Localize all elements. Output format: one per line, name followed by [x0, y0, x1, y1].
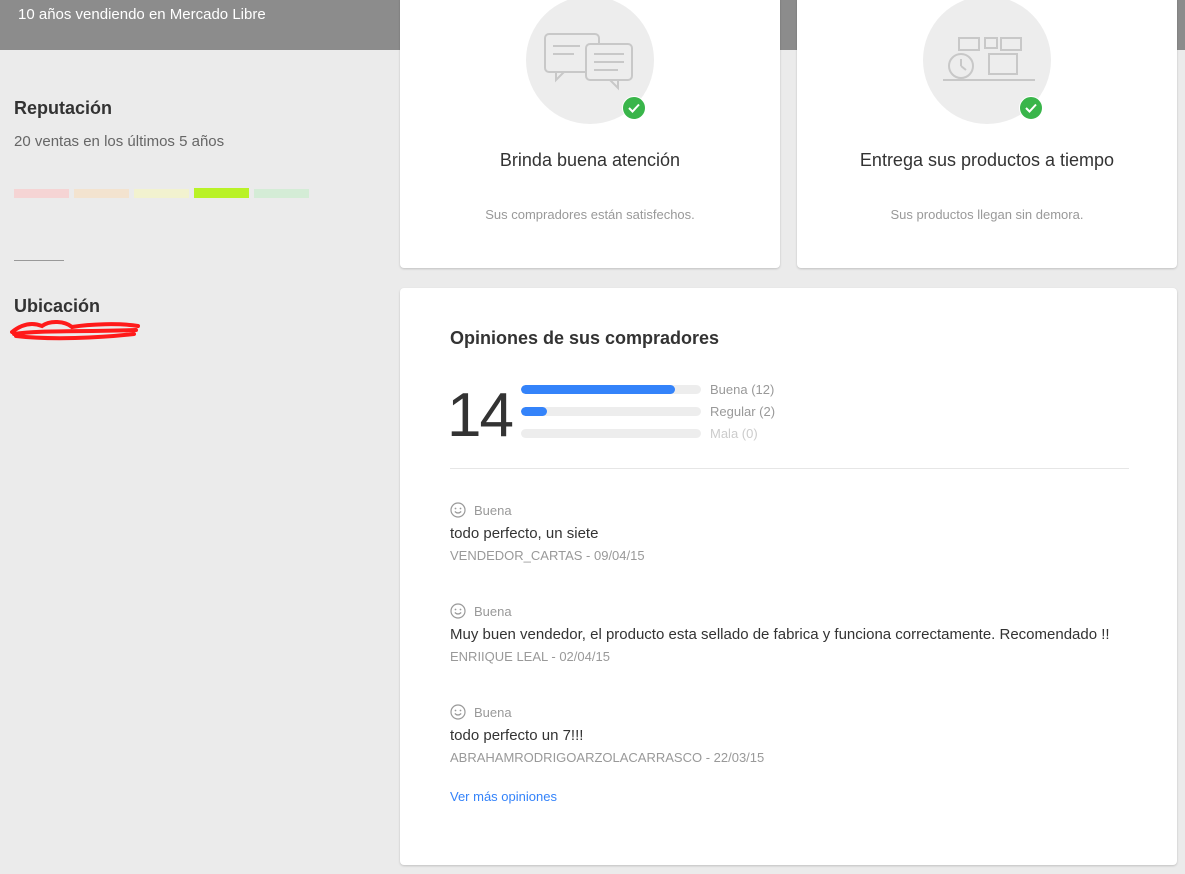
review-item: Buena todo perfecto un 7!!! ABRAHAMRODRI… — [450, 703, 764, 765]
good-service-card: Brinda buena atención Sus compradores es… — [400, 0, 780, 268]
buyer-opinions-card: Opiniones de sus compradores 14 Buena (1… — [400, 288, 1177, 865]
thermometer-segment-3 — [134, 189, 189, 198]
see-more-opinions-link[interactable]: Ver más opiniones — [450, 789, 557, 804]
rating-bar-track — [521, 406, 701, 416]
card-title: Brinda buena atención — [499, 150, 681, 170]
thermometer-segment-5 — [254, 189, 309, 198]
review-text: Muy buen vendedor, el producto esta sell… — [450, 626, 1110, 643]
review-text: todo perfecto, un siete — [450, 525, 599, 542]
reputation-title: Reputación — [14, 98, 113, 118]
check-icon — [622, 96, 646, 120]
review-text: todo perfecto un 7!!! — [450, 727, 584, 744]
thermometer-segment-1 — [14, 189, 69, 198]
card-subtitle: Sus compradores están satisfechos. — [485, 207, 695, 222]
redacted-location-scribble — [10, 320, 140, 341]
rating-bar-label: Mala (0) — [710, 425, 758, 441]
seller-years-text: 10 años vendiendo en Mercado Libre — [18, 6, 266, 23]
review-rating: Buena — [474, 603, 512, 619]
smiley-icon — [450, 704, 466, 720]
review-rating: Buena — [474, 704, 512, 720]
rating-bar-track — [521, 428, 701, 438]
rating-bar-label: Regular (2) — [710, 403, 776, 419]
thermometer-segment-2 — [74, 189, 129, 198]
rating-bar-fill — [521, 406, 547, 416]
smiley-icon — [450, 603, 466, 619]
review-item: Buena todo perfecto, un siete VENDEDOR_C… — [450, 501, 645, 563]
review-author-date: ENRIIQUE LEAL - 02/04/15 — [450, 649, 610, 664]
sidebar-divider — [14, 260, 64, 261]
on-time-delivery-card: Entrega sus productos a tiempo Sus produ… — [797, 0, 1177, 268]
opinions-total: 14 — [447, 381, 514, 450]
smiley-icon — [450, 502, 466, 518]
card-subtitle: Sus productos llegan sin demora. — [890, 207, 1084, 222]
location-title: Ubicación — [14, 296, 101, 316]
opinions-divider — [450, 468, 1129, 469]
rating-bar-track — [521, 384, 701, 394]
thermometer-segment-4 — [194, 188, 249, 198]
rating-bar-bad: Mala (0) — [521, 425, 758, 441]
rating-bar-good: Buena (12) — [521, 381, 775, 397]
rating-bar-regular: Regular (2) — [521, 403, 776, 419]
review-item: Buena Muy buen vendedor, el producto est… — [450, 602, 1110, 664]
card-title: Entrega sus productos a tiempo — [859, 150, 1115, 170]
review-rating: Buena — [474, 502, 512, 518]
rating-bar-label: Buena (12) — [710, 381, 775, 397]
opinions-title: Opiniones de sus compradores — [450, 328, 720, 348]
reputation-thermometer — [14, 188, 309, 198]
review-author-date: VENDEDOR_CARTAS - 09/04/15 — [450, 548, 645, 563]
review-author-date: ABRAHAMRODRIGOARZOLACARRASCO - 22/03/15 — [450, 750, 765, 765]
reputation-sales-text: 20 ventas en los últimos 5 años — [14, 133, 225, 150]
rating-bar-fill — [521, 384, 676, 394]
check-icon — [1019, 96, 1043, 120]
